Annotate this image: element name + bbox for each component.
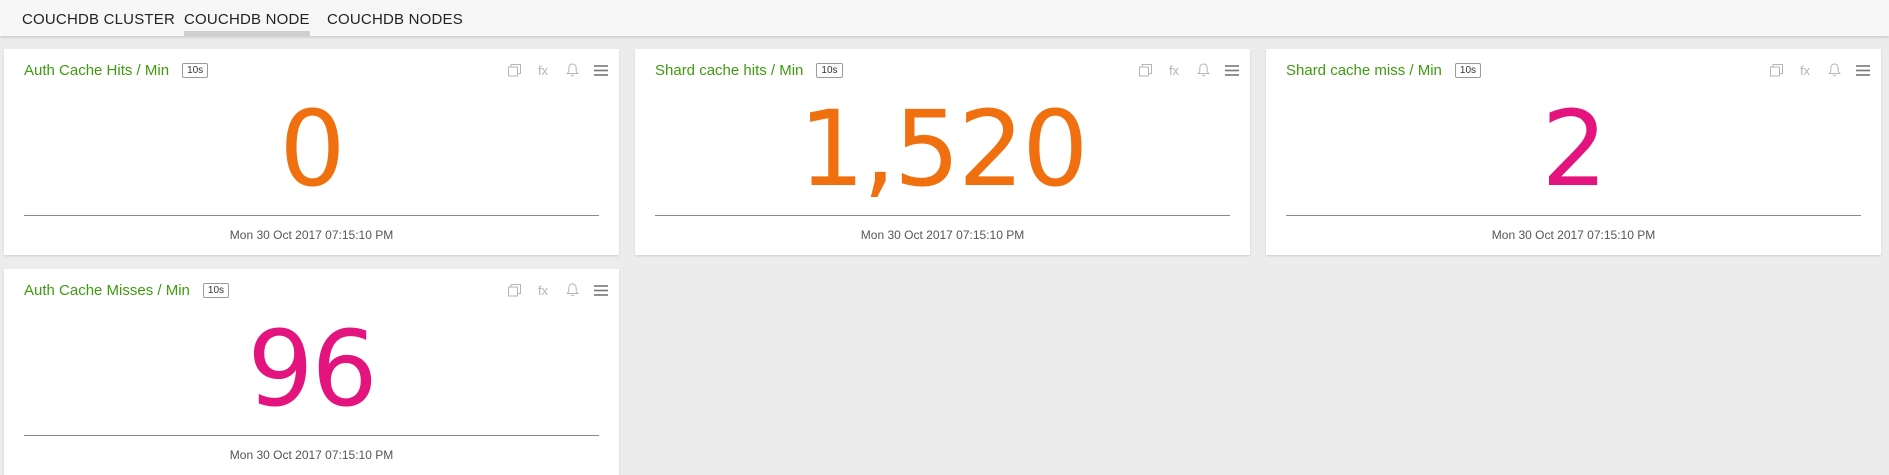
fx-icon[interactable]: fx — [1166, 62, 1182, 78]
interval-badge: 10s — [1454, 63, 1482, 78]
panel-title[interactable]: Auth Cache Hits / Min — [24, 62, 169, 79]
menu-icon[interactable] — [1855, 62, 1871, 78]
tab-couchdb-nodes[interactable]: COUCHDB NODES — [327, 11, 463, 36]
panel-title[interactable]: Auth Cache Misses / Min — [24, 282, 190, 299]
bell-icon[interactable] — [564, 62, 580, 78]
interval-badge: 10s — [202, 283, 230, 298]
menu-icon[interactable] — [593, 282, 609, 298]
panel-title-row: Auth Cache Hits / Min 10s — [24, 62, 209, 79]
divider — [24, 435, 599, 436]
panel-toolbar: fx — [506, 281, 609, 299]
panel-shard-cache-hits: Shard cache hits / Min 10s fx 1,520 Mon … — [635, 49, 1250, 255]
interval-badge: 10s — [182, 63, 209, 78]
panel-shard-cache-miss: Shard cache miss / Min 10s fx 2 Mon 30 O… — [1266, 49, 1881, 255]
panel-timestamp: Mon 30 Oct 2017 07:15:10 PM — [229, 228, 394, 242]
metric-value: 0 — [279, 88, 345, 210]
divider — [24, 215, 599, 216]
metric-value: 96 — [247, 308, 377, 430]
fx-icon[interactable]: fx — [535, 282, 551, 298]
divider — [1286, 215, 1861, 216]
panel-toolbar: fx — [506, 61, 609, 79]
bell-icon[interactable] — [1826, 62, 1842, 78]
panel-toolbar: fx — [1768, 61, 1871, 79]
panel-title-row: Shard cache hits / Min 10s — [655, 62, 843, 79]
copy-icon[interactable] — [1137, 62, 1153, 78]
copy-icon[interactable] — [1768, 62, 1784, 78]
panel-auth-cache-misses: Auth Cache Misses / Min 10s fx 96 Mon 30… — [4, 269, 619, 475]
panel-title-row: Auth Cache Misses / Min 10s — [24, 282, 230, 299]
panel-title[interactable]: Shard cache hits / Min — [655, 62, 803, 79]
dashboard-tab-bar: COUCHDB CLUSTER COUCHDB NODE COUCHDB NOD… — [0, 0, 1889, 36]
menu-icon[interactable] — [593, 62, 609, 78]
bell-icon[interactable] — [564, 282, 580, 298]
tab-couchdb-node[interactable]: COUCHDB NODE — [184, 11, 310, 36]
metric-value: 1,520 — [798, 88, 1089, 210]
panel-title[interactable]: Shard cache miss / Min — [1286, 62, 1442, 79]
metric-value: 2 — [1541, 88, 1607, 210]
panel-timestamp: Mon 30 Oct 2017 07:15:10 PM — [860, 228, 1025, 242]
panel-toolbar: fx — [1137, 61, 1240, 79]
copy-icon[interactable] — [506, 282, 522, 298]
panel-auth-cache-hits: Auth Cache Hits / Min 10s fx 0 Mon 30 Oc… — [4, 49, 619, 255]
panel-title-row: Shard cache miss / Min 10s — [1286, 62, 1482, 79]
panel-timestamp: Mon 30 Oct 2017 07:15:10 PM — [1491, 228, 1656, 242]
menu-icon[interactable] — [1224, 62, 1240, 78]
copy-icon[interactable] — [506, 62, 522, 78]
fx-icon[interactable]: fx — [1797, 62, 1813, 78]
interval-badge: 10s — [816, 63, 843, 78]
panel-timestamp: Mon 30 Oct 2017 07:15:10 PM — [229, 448, 394, 462]
fx-icon[interactable]: fx — [535, 62, 551, 78]
tab-couchdb-cluster[interactable]: COUCHDB CLUSTER — [22, 11, 175, 36]
bell-icon[interactable] — [1195, 62, 1211, 78]
divider — [655, 215, 1230, 216]
